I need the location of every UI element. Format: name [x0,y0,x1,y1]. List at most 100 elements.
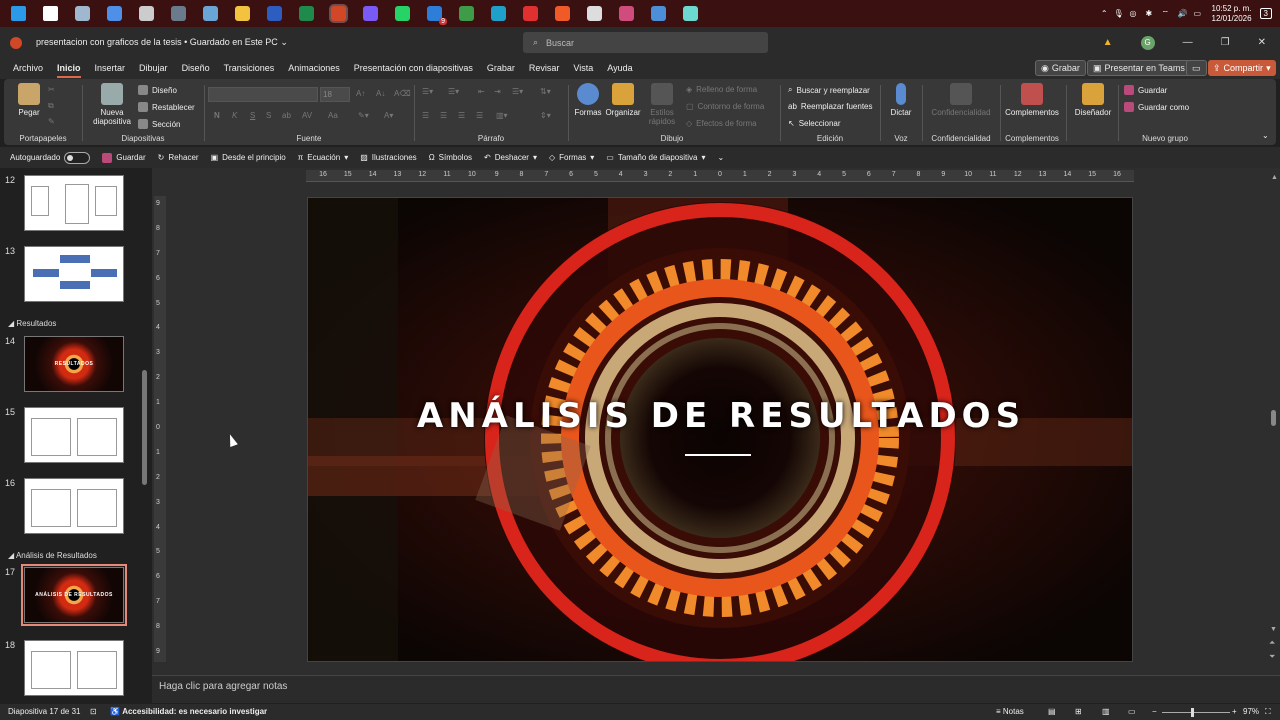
qat-shapes-button[interactable]: ◇ Formas ▾ [549,153,594,162]
powerpoint-icon[interactable] [325,3,351,25]
increase-indent-icon[interactable]: ⇥ [494,87,501,96]
cut-icon[interactable]: ✂ [48,85,55,94]
sorter-view-icon[interactable]: ⊞ [1075,707,1082,716]
tab-7[interactable]: Presentación con diapositivas [347,58,480,79]
search-icon[interactable] [37,3,63,25]
illustrations-button[interactable]: ▨ Ilustraciones [360,153,416,162]
new-slide-button[interactable]: Nueva diapositiva [90,83,134,126]
chrome-icon[interactable] [453,3,479,25]
bullets-icon[interactable]: ☰▾ [422,87,433,96]
microphone-icon[interactable]: 🎙 [1114,9,1124,19]
network-icon[interactable]: ◎ [1130,9,1140,19]
redo-button[interactable]: ↻ Rehacer [158,153,199,162]
clock[interactable]: 10:52 p. m. 12/01/2026 [1210,4,1254,24]
close-button[interactable]: ✕ [1258,37,1266,48]
shapes-button[interactable]: Formas [572,83,604,117]
quick-styles-button[interactable]: Estilos rápidos [644,83,680,126]
fit-slide-icon[interactable]: ⛶ [1265,707,1271,717]
symbols-button[interactable]: Ω Símbolos [429,153,472,162]
slide-thumbnail[interactable] [24,246,124,302]
section-header[interactable]: ◢ Resultados [8,319,56,328]
tab-5[interactable]: Transiciones [217,58,282,79]
highlight-icon[interactable]: ✎▾ [358,111,369,120]
tab-11[interactable]: Ayuda [600,58,639,79]
strikethrough-icon[interactable]: ab [282,111,291,120]
clear-format-icon[interactable]: A⌫ [394,89,411,98]
arrange-button[interactable]: Organizar [604,83,642,117]
shadow-button[interactable]: S [266,111,271,120]
from-start-button[interactable]: ▣ Desde el principio [211,153,286,162]
slide-title[interactable]: ANÁLISIS DE RESULTADOS [308,396,1132,436]
tab-2[interactable]: Insertar [88,58,133,79]
designer-button[interactable]: Diseñador [1070,83,1116,117]
tab-4[interactable]: Diseño [175,58,217,79]
addins-button[interactable]: Complementos [1004,83,1060,117]
chevron-up-icon[interactable]: ⌃ [1101,9,1108,18]
spelling-icon[interactable]: ⊡ [90,707,97,716]
restore-button[interactable]: ❐ [1221,37,1230,48]
zoom-out-button[interactable]: − [1152,707,1157,716]
tab-0[interactable]: Archivo [6,58,50,79]
collapse-icon[interactable]: ◢ [8,551,16,560]
scroll-thumb[interactable] [142,370,147,485]
align-left-icon[interactable]: ☰ [422,111,429,120]
normal-view-icon[interactable]: ▤ [1048,707,1056,716]
justify-icon[interactable]: ☰ [476,111,483,120]
avatar[interactable]: G [1140,35,1155,50]
scroll-thumb[interactable] [1271,410,1276,426]
record-button[interactable]: ◉ Grabar [1035,60,1086,76]
paste-button[interactable]: Pegar [12,83,46,117]
align-text-icon[interactable]: ⇕▾ [540,111,551,120]
autosave-toggle[interactable]: Autoguardado [10,151,91,164]
capture-tool-icon[interactable] [613,3,639,25]
comments-button[interactable]: ▭ [1186,60,1207,76]
screen-app-icon[interactable] [677,3,703,25]
excel-icon[interactable] [293,3,319,25]
shape-effects-button[interactable]: ◇ Efectos de forma [686,119,757,128]
save-button[interactable]: Guardar [1124,85,1167,95]
decrease-indent-icon[interactable]: ⇤ [478,87,485,96]
next-slide-icon[interactable]: ⏷ [1269,652,1275,662]
zoom-in-button[interactable]: + [1232,707,1237,716]
font-name-select[interactable] [208,87,318,102]
opera-icon[interactable] [517,3,543,25]
slide-size-button[interactable]: ▭ Tamaño de diapositiva ▾ [606,153,705,162]
notes-pane[interactable]: Haga clic para agregar notas [152,675,1280,703]
reading-view-icon[interactable]: ▥ [1102,707,1110,716]
app-badge-icon[interactable]: 9 [421,3,447,25]
explorer-icon[interactable] [229,3,255,25]
save-as-button[interactable]: Guardar como [1124,102,1189,112]
notes-toggle-button[interactable]: ≡ Notas [996,707,1024,716]
messenger-icon[interactable] [357,3,383,25]
battery-icon[interactable]: ▭ [1194,9,1204,19]
tab-10[interactable]: Vista [566,58,600,79]
shape-outline-button[interactable]: ▢ Contorno de forma [686,102,764,111]
dictate-button[interactable]: Dictar [884,83,918,117]
file-manager-icon[interactable] [69,3,95,25]
word-icon[interactable] [261,3,287,25]
scroll-down-icon[interactable]: ▼ [1270,626,1277,633]
format-painter-icon[interactable]: ✎ [48,117,55,126]
columns-icon[interactable]: ▥▾ [496,111,508,120]
zoom-slider[interactable] [1162,712,1230,713]
bluetooth-icon[interactable]: ✱ [1146,9,1156,19]
edge-icon[interactable] [485,3,511,25]
italic-button[interactable]: K [232,111,237,120]
whatsapp-icon[interactable] [389,3,415,25]
slide-thumbnail[interactable] [24,478,124,534]
copilot-icon[interactable] [101,3,127,25]
scroll-up-icon[interactable]: ▲ [1271,174,1278,181]
thumbnails-scrollbar[interactable] [140,170,150,705]
photos-icon[interactable] [197,3,223,25]
slide-thumbnail[interactable]: RESULTADOS [24,336,124,392]
align-right-icon[interactable]: ☰ [458,111,465,120]
text-direction-icon[interactable]: ⇅▾ [540,87,551,96]
tab-8[interactable]: Grabar [480,58,522,79]
font-color-icon[interactable]: A▾ [384,111,393,120]
accessibility-status[interactable]: ♿ Accesibilidad: es necesario investigar [110,707,267,716]
current-slide[interactable]: ANÁLISIS DE RESULTADOS [307,197,1133,662]
ribbon-collapse-icon[interactable]: ⌄ [1262,131,1269,140]
select-button[interactable]: ↖ Seleccionar [788,119,841,128]
undo-button[interactable]: ↶ Deshacer ▾ [484,153,537,162]
zoom-level[interactable]: 97% [1243,707,1259,716]
